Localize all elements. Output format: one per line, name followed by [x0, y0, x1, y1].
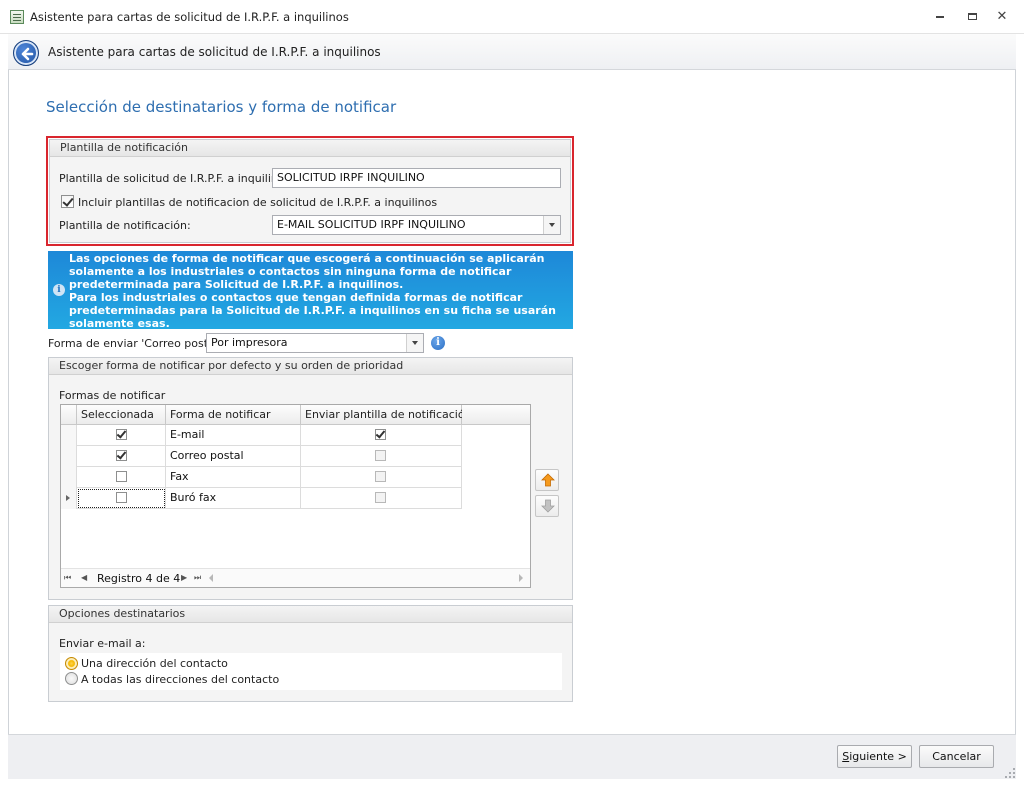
- row-indicator-cell: [61, 446, 77, 467]
- send-template-cell: [301, 488, 462, 509]
- solicitud-label: Plantilla de solicitud de I.R.P.F. a inq…: [59, 172, 295, 185]
- column-header-enviar[interactable]: Enviar plantilla de notificación: [301, 405, 472, 425]
- row-send-checkbox[interactable]: [375, 429, 386, 440]
- selected-cell[interactable]: [77, 467, 166, 488]
- next-record-icon[interactable]: ▶: [181, 573, 187, 583]
- notificacion-label: Plantilla de notificación:: [59, 219, 191, 232]
- scroll-right-icon[interactable]: [519, 574, 523, 582]
- first-record-icon[interactable]: ⏮: [64, 573, 71, 583]
- options-group-title: Opciones destinatarios: [49, 606, 572, 623]
- app-icon: [10, 10, 24, 24]
- radio-all-addresses[interactable]: [65, 672, 78, 685]
- envio-label: Forma de enviar 'Correo postal':: [48, 337, 225, 350]
- notificacion-template-combo[interactable]: E-MAIL SOLICITUD IRPF INQUILINO: [272, 215, 561, 235]
- selected-cell[interactable]: [77, 446, 166, 467]
- column-header-empty: [462, 405, 530, 425]
- method-name-cell: Correo postal: [166, 446, 301, 467]
- minimize-button[interactable]: [926, 6, 954, 28]
- radio-all-addresses-label[interactable]: A todas las direcciones del contacto: [81, 673, 279, 686]
- send-template-cell: [301, 467, 462, 488]
- current-row-icon: [66, 495, 70, 501]
- method-name-cell: Buró fax: [166, 488, 301, 509]
- page-title: Selección de destinatarios y forma de no…: [46, 98, 397, 116]
- scroll-left-icon[interactable]: [209, 574, 213, 582]
- send-template-cell[interactable]: [301, 425, 462, 446]
- column-header-forma[interactable]: Forma de notificar: [166, 405, 301, 425]
- priority-group-title: Escoger forma de notificar por defecto y…: [49, 358, 572, 375]
- formas-label: Formas de notificar: [59, 389, 166, 402]
- envio-combo[interactable]: Por impresora: [206, 333, 424, 353]
- chevron-down-icon[interactable]: [543, 216, 560, 234]
- table-row[interactable]: Fax: [61, 467, 462, 488]
- notificacion-template-value: E-MAIL SOLICITUD IRPF INQUILINO: [277, 218, 466, 231]
- notification-grid: Seleccionada Forma de notificar Enviar p…: [60, 404, 531, 588]
- horizontal-scrollbar[interactable]: [209, 572, 527, 584]
- maximize-button[interactable]: [958, 6, 986, 28]
- arrow-down-icon: [541, 499, 555, 513]
- row-selected-checkbox[interactable]: [116, 450, 127, 461]
- back-arrow-icon: [21, 47, 34, 61]
- window-title: Asistente para cartas de solicitud de I.…: [30, 10, 349, 24]
- next-label: iguiente >: [849, 750, 907, 763]
- row-send-checkbox: [375, 492, 386, 503]
- grid-navigator: ⏮ ◀ Registro 4 de 4 ▶ ⏭: [61, 568, 530, 587]
- envio-value: Por impresora: [211, 336, 288, 349]
- include-templates-label: Incluir plantillas de notificacion de so…: [78, 196, 438, 209]
- info-line-1: Las opciones de forma de notificar que e…: [69, 252, 545, 291]
- info-banner-text: Las opciones de forma de notificar que e…: [69, 252, 571, 330]
- radio-one-address-label[interactable]: Una dirección del contacto: [81, 657, 228, 670]
- maximize-icon: [967, 13, 977, 20]
- cancel-button[interactable]: Cancelar: [919, 745, 994, 768]
- last-record-icon[interactable]: ⏭: [194, 573, 201, 583]
- radio-one-address[interactable]: [65, 657, 78, 670]
- close-icon: ✕: [996, 9, 1008, 24]
- row-indicator-cell: [61, 467, 77, 488]
- move-down-button[interactable]: [535, 495, 559, 517]
- move-up-button[interactable]: [535, 469, 559, 491]
- solicitud-template-field[interactable]: SOLICITUD IRPF INQUILINO: [272, 168, 561, 188]
- next-button[interactable]: Siguiente >: [837, 745, 912, 768]
- arrow-up-icon: [541, 473, 555, 487]
- back-button[interactable]: [13, 40, 39, 66]
- record-counter: Registro 4 de 4: [97, 572, 181, 585]
- grid-corner: [61, 405, 77, 425]
- table-row[interactable]: E-mail: [61, 425, 462, 446]
- row-selected-checkbox[interactable]: [116, 471, 127, 482]
- info-line-2: Para los industriales o contactos que te…: [69, 291, 556, 330]
- selected-cell[interactable]: [77, 425, 166, 446]
- wizard-title: Asistente para cartas de solicitud de I.…: [48, 45, 381, 59]
- send-template-cell: [301, 446, 462, 467]
- row-selected-checkbox[interactable]: [116, 492, 127, 503]
- column-header-seleccionada[interactable]: Seleccionada: [77, 405, 166, 425]
- table-row[interactable]: Buró fax: [61, 488, 462, 509]
- enviar-email-label: Enviar e-mail a:: [59, 637, 146, 650]
- table-row[interactable]: Correo postal: [61, 446, 462, 467]
- resize-grip-icon[interactable]: [1004, 767, 1016, 779]
- row-indicator-cell: [61, 488, 77, 509]
- chevron-down-icon[interactable]: [406, 334, 423, 352]
- row-send-checkbox: [375, 471, 386, 482]
- include-templates-checkbox[interactable]: [61, 195, 74, 208]
- close-button[interactable]: ✕: [988, 6, 1016, 28]
- method-name-cell: E-mail: [166, 425, 301, 446]
- info-icon[interactable]: i: [431, 336, 445, 350]
- row-send-checkbox: [375, 450, 386, 461]
- minimize-icon: [936, 15, 944, 18]
- info-icon: i: [53, 284, 65, 296]
- selected-cell[interactable]: [77, 488, 166, 509]
- row-indicator-cell: [61, 425, 77, 446]
- prev-record-icon[interactable]: ◀: [81, 573, 87, 583]
- method-name-cell: Fax: [166, 467, 301, 488]
- row-selected-checkbox[interactable]: [116, 429, 127, 440]
